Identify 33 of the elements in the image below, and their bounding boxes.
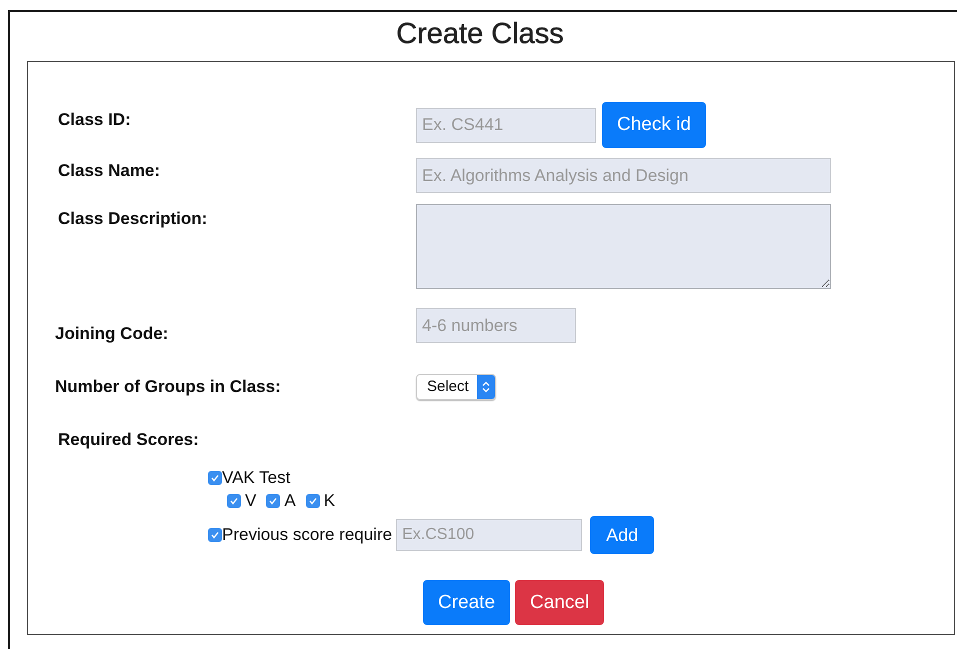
add-button[interactable]: Add bbox=[590, 516, 654, 554]
checkbox[interactable] bbox=[208, 528, 222, 542]
create-button[interactable]: Create bbox=[423, 580, 510, 625]
check-icon bbox=[210, 473, 220, 483]
text-field[interactable]: 4-6 numbers bbox=[416, 308, 576, 343]
text-area[interactable] bbox=[416, 204, 831, 289]
checkbox-label: V bbox=[245, 491, 256, 511]
checkbox[interactable] bbox=[208, 471, 222, 485]
section-label: Required Scores: bbox=[58, 430, 200, 450]
check-icon bbox=[308, 496, 318, 506]
field-label: Class ID: bbox=[58, 110, 132, 130]
check-id-button[interactable]: Check id bbox=[602, 102, 706, 148]
checkbox-label: K bbox=[324, 491, 336, 511]
text-field[interactable]: Ex. CS441 bbox=[416, 108, 596, 142]
checkbox-label: VAK Test bbox=[222, 468, 290, 488]
select-dropdown[interactable]: Select bbox=[416, 374, 496, 400]
field-label: Number of Groups in Class: bbox=[55, 377, 282, 397]
text-field[interactable]: Ex.CS100 bbox=[396, 519, 582, 551]
checkbox[interactable] bbox=[266, 494, 280, 508]
field-label: Class Name: bbox=[58, 161, 162, 181]
field-label: Joining Code: bbox=[55, 324, 170, 344]
checkbox[interactable] bbox=[306, 494, 320, 508]
check-icon bbox=[268, 496, 278, 506]
text-field[interactable]: Ex. Algorithms Analysis and Design bbox=[416, 158, 831, 193]
field-label: Class Description: bbox=[58, 209, 208, 229]
chevron-icon bbox=[482, 381, 490, 393]
page-title: Create Class bbox=[395, 17, 565, 52]
checkbox[interactable] bbox=[227, 494, 241, 508]
checkbox-label: Previous score require bbox=[222, 525, 392, 545]
checkbox-label: A bbox=[284, 491, 296, 511]
check-icon bbox=[210, 530, 220, 540]
cancel-button[interactable]: Cancel bbox=[515, 580, 604, 625]
check-icon bbox=[229, 496, 239, 506]
